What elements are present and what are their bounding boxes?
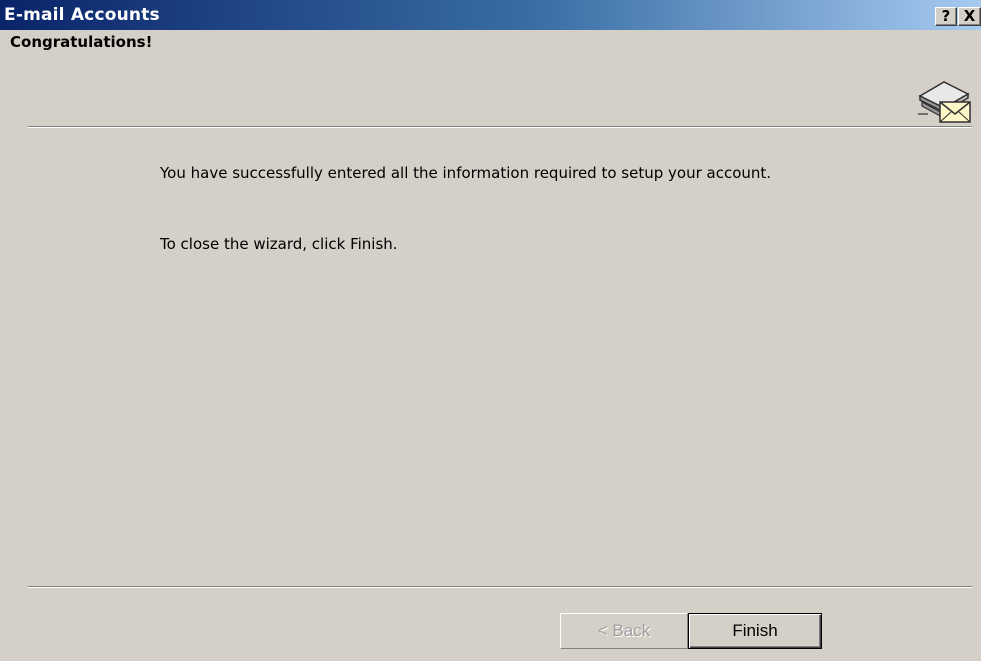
- header-divider: [28, 126, 972, 128]
- finish-button[interactable]: Finish: [688, 613, 822, 649]
- footer-divider: [28, 586, 972, 588]
- email-accounts-dialog: E-mail Accounts ? X Congratulations! You…: [0, 0, 981, 661]
- window-title: E-mail Accounts: [4, 5, 160, 25]
- back-button[interactable]: < Back: [560, 613, 688, 649]
- close-button[interactable]: X: [958, 7, 981, 26]
- title-bar[interactable]: E-mail Accounts ? X: [0, 0, 981, 30]
- mail-account-icon: [918, 81, 971, 123]
- success-message: You have successfully entered all the in…: [160, 164, 772, 182]
- help-button[interactable]: ?: [935, 7, 957, 26]
- finish-instruction: To close the wizard, click Finish.: [160, 235, 398, 253]
- page-title: Congratulations!: [10, 33, 153, 51]
